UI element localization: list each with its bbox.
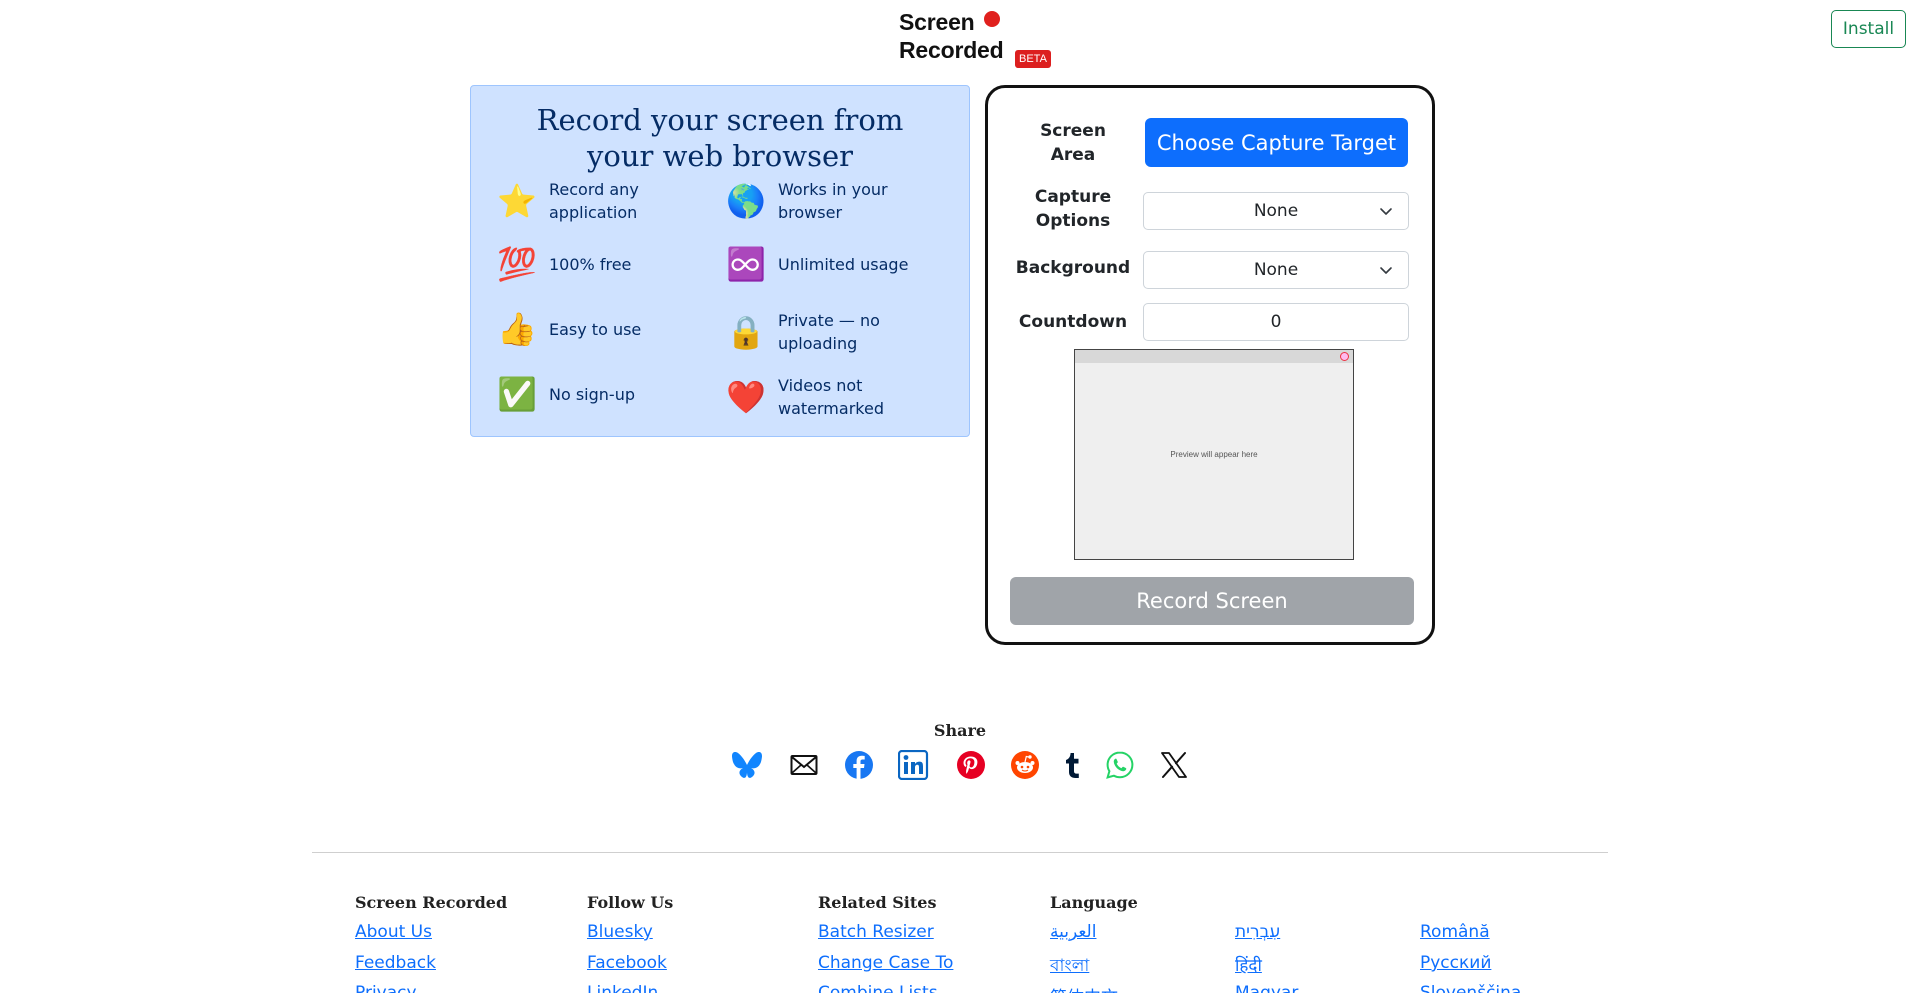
feature-item: 🌎 Works in your browser	[726, 178, 946, 224]
email-icon[interactable]	[787, 748, 821, 782]
star-icon: ⭐	[497, 182, 537, 220]
footer-title-related-sites: Related Sites	[818, 893, 937, 912]
footer-link-lang-russian[interactable]: Русский	[1420, 953, 1491, 973]
footer-link-lang-romanian[interactable]: Română	[1420, 922, 1490, 942]
footer-link-lang-hungarian[interactable]: Magyar	[1235, 983, 1298, 993]
feature-label: Works in your browser	[778, 180, 888, 222]
share-label: Share	[933, 721, 987, 740]
footer-title-screen-recorded: Screen Recorded	[355, 893, 508, 912]
x-icon[interactable]	[1157, 748, 1191, 782]
close-icon	[1340, 352, 1349, 361]
countdown-input[interactable]: 0	[1143, 303, 1409, 341]
footer-link-facebook[interactable]: Facebook	[587, 953, 667, 973]
countdown-value: 0	[1270, 312, 1282, 332]
countdown-label: Countdown	[1018, 312, 1128, 332]
whatsapp-icon[interactable]	[1103, 748, 1137, 782]
footer-link-change-case-to[interactable]: Change Case To	[818, 953, 953, 973]
background-label: Background	[1015, 258, 1131, 278]
beta-badge: BETA	[1015, 50, 1051, 68]
footer-link-lang-slovenian[interactable]: Slovenščina	[1420, 983, 1521, 993]
check-icon: ✅	[497, 375, 537, 413]
pinterest-icon[interactable]	[954, 748, 988, 782]
feature-label: Easy to use	[549, 319, 642, 339]
facebook-icon[interactable]	[842, 748, 876, 782]
feature-label: Unlimited usage	[778, 254, 909, 274]
capture-options-value: None	[1253, 201, 1299, 221]
feature-label: 100% free	[549, 254, 632, 274]
footer-link-privacy[interactable]: Privacy	[355, 983, 417, 993]
heart-icon: ❤️	[726, 378, 766, 416]
choose-capture-target-button[interactable]: Choose Capture Target	[1145, 118, 1408, 167]
preview-placeholder: Preview will appear here	[1170, 450, 1258, 459]
preview-area: Preview will appear here	[1074, 349, 1354, 560]
record-dot-icon	[984, 11, 1000, 27]
footer-link-linkedin[interactable]: LinkedIn	[587, 983, 658, 993]
footer-link-combine-lists[interactable]: Combine Lists	[818, 983, 938, 993]
footer-divider	[312, 852, 1608, 853]
footer-link-lang-chinese[interactable]: 简体中文	[1050, 983, 1118, 993]
infinity-icon: ♾️	[726, 245, 766, 283]
globe-icon: 🌎	[726, 182, 766, 220]
footer-title-language: Language	[1050, 893, 1138, 912]
lock-icon: 🔒	[726, 313, 766, 351]
capture-options-select[interactable]: None	[1143, 192, 1409, 230]
footer-link-lang-bengali[interactable]: বাংলা	[1050, 953, 1089, 981]
brand-line-2: Recorded	[899, 37, 1004, 63]
preview-title-bar	[1075, 350, 1353, 363]
capture-panel: Screen Area Choose Capture Target Captur…	[985, 85, 1435, 645]
capture-options-label: Capture Options	[1034, 187, 1112, 231]
brand-logo: Screen Recorded BETA	[899, 8, 1059, 72]
footer-title-follow-us: Follow Us	[587, 893, 674, 912]
footer-link-feedback[interactable]: Feedback	[355, 953, 436, 973]
record-screen-button[interactable]: Record Screen	[1010, 577, 1414, 625]
chevron-down-icon	[1380, 267, 1392, 274]
footer-link-lang-hindi[interactable]: हिंदी	[1235, 953, 1262, 976]
footer-link-bluesky[interactable]: Bluesky	[587, 922, 653, 942]
hundred-icon: 💯	[497, 245, 537, 283]
feature-label: Record any application	[549, 180, 639, 222]
footer-link-batch-resizer[interactable]: Batch Resizer	[818, 922, 934, 942]
feature-label: Videos not watermarked	[778, 376, 884, 418]
feature-item: 👍 Easy to use	[497, 309, 717, 349]
background-select[interactable]: None	[1143, 251, 1409, 289]
features-panel: Record your screen from your web browser…	[470, 85, 970, 437]
background-value: None	[1253, 260, 1299, 280]
feature-item: 💯 100% free	[497, 244, 717, 284]
thumbs-up-icon: 👍	[497, 310, 537, 348]
features-title: Record your screen from your web browser	[536, 103, 904, 173]
feature-item: ⭐ Record any application	[497, 178, 717, 224]
footer-link-lang-arabic[interactable]: العربية	[1050, 922, 1096, 942]
linkedin-icon[interactable]	[897, 748, 931, 782]
install-button[interactable]: Install	[1831, 10, 1906, 48]
feature-label: No sign-up	[549, 384, 635, 404]
footer-link-lang-hebrew[interactable]: עִבְרִית	[1235, 922, 1280, 942]
feature-item: ♾️ Unlimited usage	[726, 244, 946, 284]
reddit-icon[interactable]	[1008, 748, 1042, 782]
tumblr-icon[interactable]	[1056, 748, 1090, 782]
chevron-down-icon	[1380, 208, 1392, 215]
feature-item: 🔒 Private — no uploading	[726, 309, 946, 355]
footer-link-about-us[interactable]: About Us	[355, 922, 432, 942]
feature-item: ❤️ Videos not watermarked	[726, 374, 946, 420]
bluesky-icon[interactable]	[730, 748, 764, 782]
screen-area-label: Screen Area	[1040, 121, 1106, 165]
feature-label: Private — no uploading	[778, 311, 880, 353]
feature-item: ✅ No sign-up	[497, 374, 717, 414]
